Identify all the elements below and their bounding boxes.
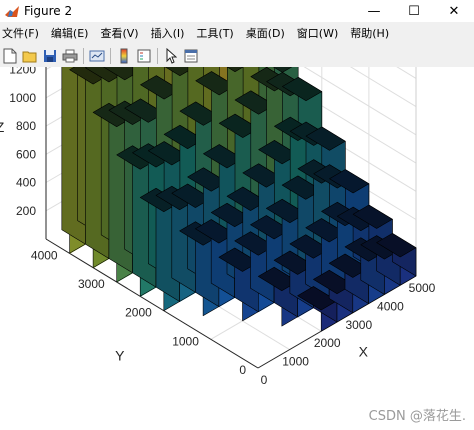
z-axis-label: Z [0,119,5,135]
new-figure-button[interactable] [0,46,20,66]
z-tick-label: 400 [16,176,36,190]
y-tick-label: 3000 [78,277,105,291]
matlab-logo-icon [5,6,19,17]
property-inspector-icon [184,49,198,63]
menu-view[interactable]: 查看(V) [94,23,144,45]
y-tick-label: 2000 [125,306,152,320]
x-tick-label: 0 [261,373,268,387]
title-bar[interactable]: Figure 2 — ☐ ✕ [0,0,474,23]
figure-canvas[interactable]: 0 1000 2000 3000 4000 5000 0 1000 2000 3000 4000 20… [0,67,474,430]
x-tick-label: 1000 [282,355,309,369]
save-button[interactable] [40,46,60,66]
menu-bar: 文件(F) 编辑(E) 查看(V) 插入(I) 工具(T) 桌面(D) 窗口(W… [0,23,474,45]
property-inspector-button[interactable] [181,46,201,66]
save-icon [44,50,56,62]
watermark: CSDN @落花生. [368,409,466,424]
print-button[interactable] [60,46,80,66]
y-tick-label: 4000 [31,248,58,262]
matlab-figure-window: Figure 2 — ☐ ✕ 文件(F) 编辑(E) 查看(V) 插入(I) 工… [0,0,474,430]
z-tick-label: 1000 [9,91,36,105]
insert-legend-button[interactable] [134,46,154,66]
surface-plot[interactable]: 0 1000 2000 3000 4000 5000 0 1000 2000 3000 4000 20… [0,67,474,430]
figure-toolbar [0,45,474,68]
z-tick-label: 200 [16,204,36,218]
edit-plot-button[interactable] [161,46,181,66]
minimize-button[interactable]: — [354,0,394,22]
new-figure-icon [3,48,17,64]
menu-window[interactable]: 窗口(W) [291,23,344,45]
open-file-icon [22,51,37,63]
link-plot-button[interactable] [87,46,107,66]
menu-tools[interactable]: 工具(T) [190,23,239,45]
x-tick-label: 5000 [409,281,436,295]
window-controls: — ☐ ✕ [354,0,474,22]
z-tick-label: 800 [16,119,36,133]
edit-plot-icon [166,48,177,64]
z-tick-label: 600 [16,147,36,161]
insert-colorbar-button[interactable] [114,46,134,66]
print-icon [62,49,78,63]
y-axis-label: Y [115,348,125,364]
bar-surface [61,67,417,332]
insert-legend-icon [137,49,151,63]
y-tick-label: 1000 [172,334,199,348]
x-tick-label: 4000 [377,299,404,313]
z-tick-label: 1200 [9,67,36,77]
close-button[interactable]: ✕ [434,0,474,22]
y-tick-label: 0 [239,363,246,377]
maximize-button[interactable]: ☐ [394,0,434,22]
insert-colorbar-icon [120,48,128,64]
open-file-button[interactable] [20,46,40,66]
menu-help[interactable]: 帮助(H) [344,23,395,45]
toolbar-separator [157,48,158,64]
x-axis-label: X [359,343,369,359]
menu-file[interactable]: 文件(F) [0,23,45,45]
window-title: Figure 2 [24,4,73,18]
menu-edit[interactable]: 编辑(E) [45,23,95,45]
x-tick-label: 2000 [314,336,341,350]
menu-desktop[interactable]: 桌面(D) [240,23,291,45]
menu-insert[interactable]: 插入(I) [145,23,191,45]
toolbar-separator [83,48,84,64]
toolbar-separator [110,48,111,64]
x-tick-label: 3000 [345,318,372,332]
link-plot-icon [89,50,105,62]
